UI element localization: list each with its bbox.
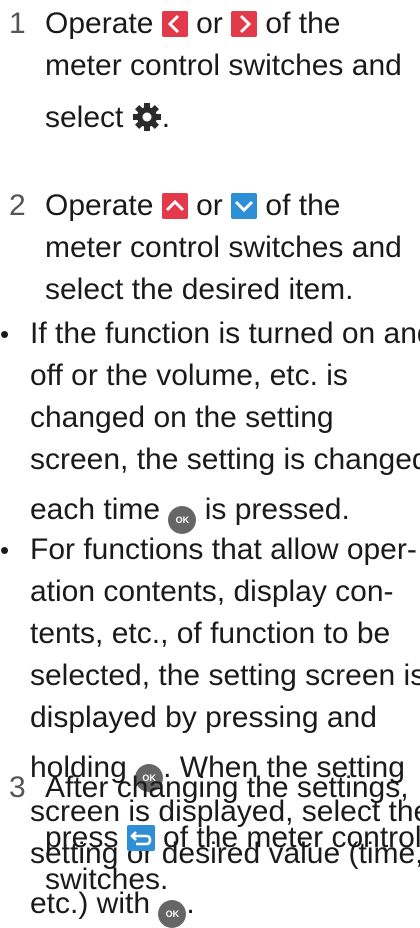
step-number: 2 (9, 189, 26, 222)
bullet-marker: • (0, 319, 10, 349)
step-number: 3 (9, 771, 26, 804)
step-text-line: After changing the settings, (45, 771, 409, 804)
note-text-line: If the function is turned on and (30, 317, 420, 350)
step-text-line: meter control switches and (45, 231, 402, 264)
step-text-line: meter control switches and (45, 49, 402, 82)
left-arrow-icon (161, 11, 188, 37)
gear-icon (132, 101, 162, 145)
note-text-line: displayed by pressing and (30, 701, 377, 734)
step-text-line: switches. (45, 863, 169, 896)
note-text-line: off or the volume, etc. is (30, 359, 348, 392)
note-text-line: screen, the setting is changed (30, 443, 420, 476)
step-text-line: select . (45, 96, 170, 145)
instruction-page: 1 Operate or of the meter control switch… (0, 0, 420, 928)
bullet-marker: • (0, 535, 10, 565)
right-arrow-icon (231, 11, 258, 37)
step-text-line: select the desired item. (45, 273, 354, 306)
note-text-line: tents, etc., of function to be (30, 617, 391, 650)
step-text-line: Operate or of the (45, 7, 341, 40)
down-arrow-icon (231, 193, 258, 219)
back-icon (126, 825, 155, 851)
note-text-line: changed on the setting (30, 401, 334, 434)
step-number: 1 (9, 7, 26, 40)
up-arrow-icon (161, 193, 188, 219)
note-text-line: selected, the setting screen is (30, 659, 420, 692)
step-text-line: press of the meter control (45, 821, 420, 854)
note-text-line: ation contents, display con- (30, 575, 394, 608)
ok-button-icon: OK (158, 900, 187, 928)
note-text-line: For functions that allow oper- (30, 533, 417, 566)
step-text-line: Operate or of the (45, 189, 341, 222)
